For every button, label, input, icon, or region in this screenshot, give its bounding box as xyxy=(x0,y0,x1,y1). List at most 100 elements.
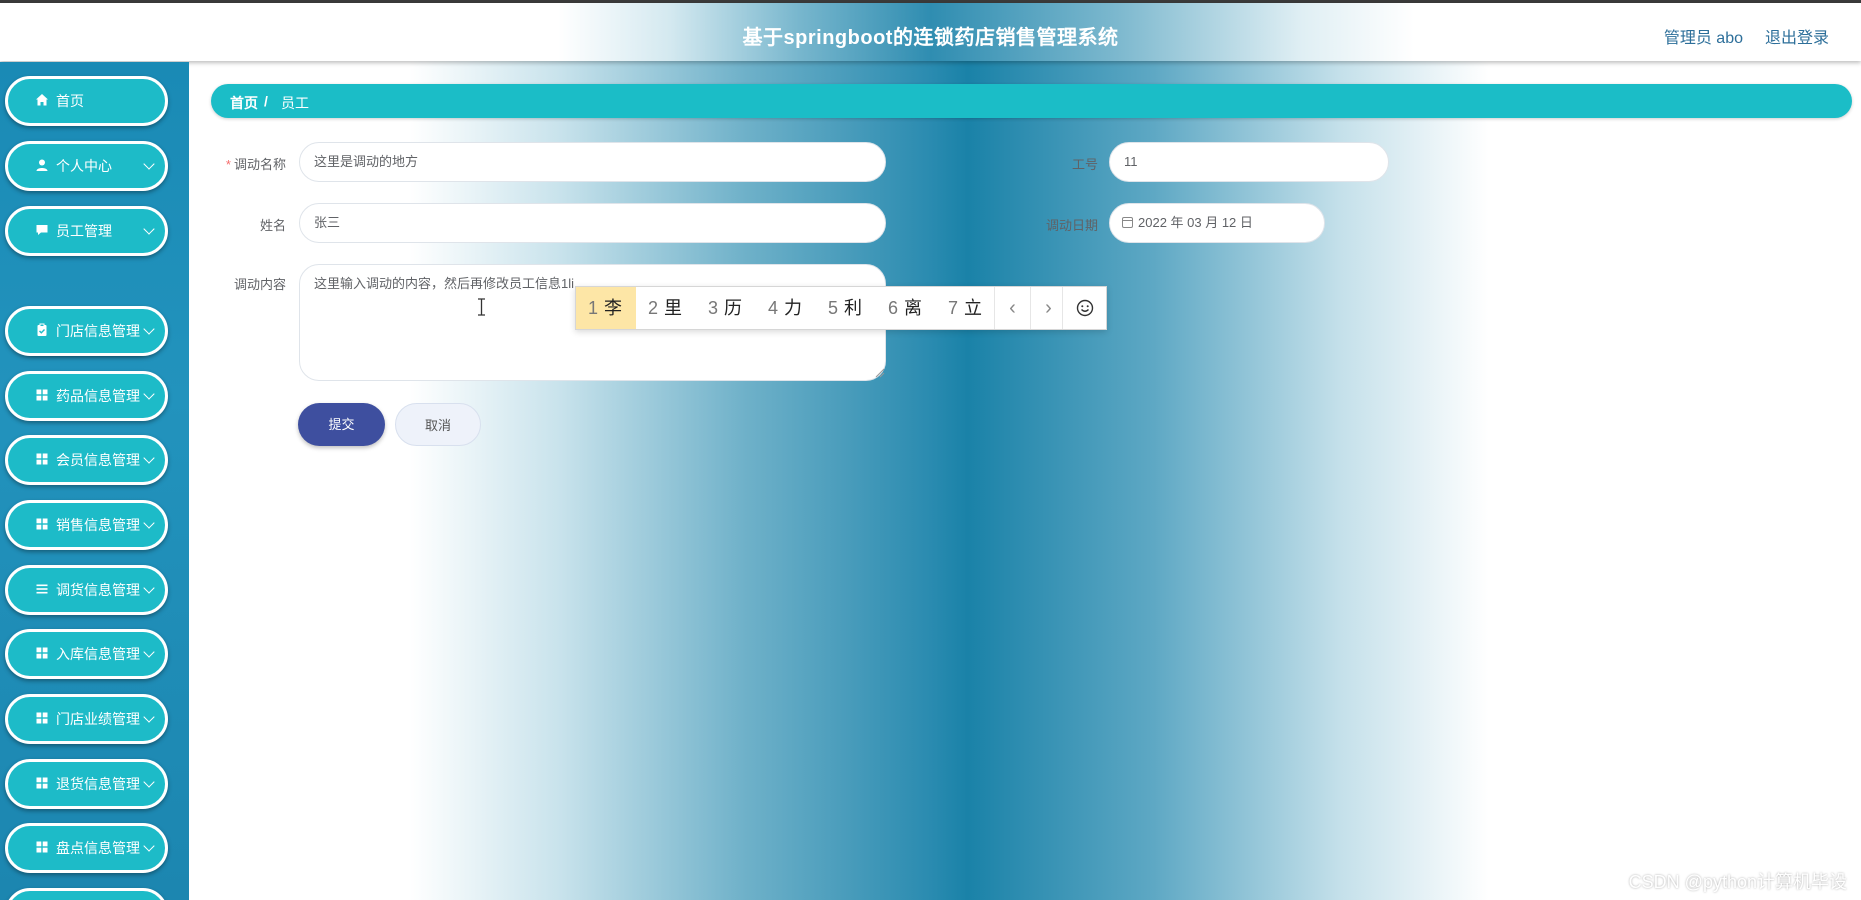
transfer-date-label: 调动日期 xyxy=(1045,218,1098,233)
content-label: 调动内容 xyxy=(233,277,286,292)
candidate-char: 李 xyxy=(604,298,623,318)
sidebar-item-label: 员工管理 xyxy=(56,223,112,239)
transfer-name-label-text: 调动名称 xyxy=(233,157,286,172)
breadcrumb: 首页 / 员工 xyxy=(211,84,1852,118)
home-icon xyxy=(34,93,50,109)
sidebar-item-label: 销售信息管理 xyxy=(56,517,140,533)
grid-icon xyxy=(34,452,50,468)
breadcrumb-home[interactable]: 首页 xyxy=(230,93,258,113)
transfer-name-input[interactable]: 这里是调动的地方 xyxy=(299,142,886,182)
sidebar-item-inventory-info[interactable]: 盘点信息管理 xyxy=(5,823,168,873)
candidate-number: 3 xyxy=(708,298,719,318)
transfer-name-label: * 调动名称 xyxy=(220,154,286,173)
candidate-char: 力 xyxy=(784,298,803,318)
chevron-down-icon xyxy=(143,582,155,594)
sidebar-item-label: 个人中心 xyxy=(56,158,112,174)
breadcrumb-separator: / xyxy=(264,93,268,109)
sidebar-item-label: 盘点信息管理 xyxy=(56,840,140,856)
grid-icon xyxy=(34,517,50,533)
sidebar-item-label: 调货信息管理 xyxy=(56,582,140,598)
sidebar-item-member-info[interactable]: 会员信息管理 xyxy=(5,435,168,485)
resize-handle-icon[interactable] xyxy=(875,368,885,378)
transfer-date-value: 2022 年 03 月 12 日 xyxy=(1138,215,1253,230)
candidate-number: 2 xyxy=(648,298,659,318)
candidate-char: 历 xyxy=(724,298,743,318)
sidebar-item-partial[interactable] xyxy=(5,888,168,900)
sidebar-item-label: 门店信息管理 xyxy=(56,323,140,339)
sidebar-item-store-info[interactable]: 门店信息管理 xyxy=(5,306,168,356)
chevron-down-icon xyxy=(143,646,155,658)
ime-next-page-icon[interactable]: › xyxy=(1030,287,1066,329)
breadcrumb-current: 员工 xyxy=(281,95,309,111)
name-label: 姓名 xyxy=(259,218,286,233)
ime-candidate[interactable]: 4力 xyxy=(768,287,802,329)
ime-candidate[interactable]: 3历 xyxy=(708,287,742,329)
chevron-down-icon xyxy=(143,517,155,529)
chevron-down-icon xyxy=(143,711,155,723)
sidebar-item-home[interactable]: 首页 xyxy=(5,76,168,126)
chevron-down-icon xyxy=(143,776,155,788)
candidate-char: 里 xyxy=(664,298,683,318)
candidate-number: 1 xyxy=(588,298,599,318)
ime-candidate[interactable]: 2里 xyxy=(648,287,682,329)
clipboard-icon xyxy=(34,323,50,339)
sidebar-item-personal-center[interactable]: 个人中心 xyxy=(5,141,168,191)
candidate-number: 6 xyxy=(888,298,899,318)
sidebar-item-label: 会员信息管理 xyxy=(56,452,140,468)
sidebar-item-sales-info[interactable]: 销售信息管理 xyxy=(5,500,168,550)
sidebar-item-stock-in-info[interactable]: 入库信息管理 xyxy=(5,629,168,679)
candidate-number: 5 xyxy=(828,298,839,318)
sidebar-item-label: 首页 xyxy=(56,93,84,109)
candidate-char: 利 xyxy=(844,298,863,318)
grid-icon xyxy=(34,776,50,792)
required-mark: * xyxy=(225,157,231,172)
ime-candidate-popup: 1李 2里 3历 4力 5利 6离 7立 ‹ › xyxy=(575,286,1107,330)
sidebar-item-transfer-goods-info[interactable]: 调货信息管理 xyxy=(5,565,168,615)
chevron-down-icon xyxy=(143,158,155,170)
page-background xyxy=(0,0,1861,900)
sidebar-item-drug-info[interactable]: 药品信息管理 xyxy=(5,371,168,421)
grid-icon xyxy=(34,711,50,727)
cancel-button[interactable]: 取消 xyxy=(395,403,481,446)
emoji-icon[interactable] xyxy=(1062,287,1106,329)
candidate-number: 4 xyxy=(768,298,779,318)
top-header: 基于springboot的连锁药店销售管理系统 管理员 abo 退出登录 xyxy=(0,3,1861,61)
logout-link[interactable]: 退出登录 xyxy=(1765,24,1829,48)
candidate-char: 离 xyxy=(904,298,923,318)
transfer-date-picker[interactable]: 2022 年 03 月 12 日 xyxy=(1109,203,1325,243)
job-number-input[interactable]: 11 xyxy=(1109,142,1389,182)
chat-icon xyxy=(34,223,50,239)
grid-icon xyxy=(34,388,50,404)
chevron-down-icon xyxy=(143,388,155,400)
sidebar-item-store-performance[interactable]: 门店业绩管理 xyxy=(5,694,168,744)
text-cursor-icon xyxy=(478,298,485,316)
sidebar-item-label: 门店业绩管理 xyxy=(56,711,140,727)
sidebar: 首页 个人中心 员工管理 员工 门店信息管理药品信息管理会员信息管理销售信息管理… xyxy=(0,62,189,900)
submit-button[interactable]: 提交 xyxy=(298,403,385,446)
ime-candidate[interactable]: 6离 xyxy=(888,287,922,329)
ime-candidate[interactable]: 7立 xyxy=(948,287,982,329)
sidebar-item-employee-management[interactable]: 员工管理 xyxy=(5,206,168,256)
ime-prev-page-icon[interactable]: ‹ xyxy=(994,287,1030,329)
current-user: 管理员 abo xyxy=(1663,30,1743,47)
watermark: CSDN @python计算机毕设 xyxy=(1628,872,1847,892)
calendar-icon xyxy=(1122,217,1133,228)
chevron-down-icon xyxy=(143,840,155,852)
candidate-number: 7 xyxy=(948,298,959,318)
chevron-down-icon xyxy=(143,452,155,464)
sidebar-item-return-info[interactable]: 退货信息管理 xyxy=(5,759,168,809)
user-icon xyxy=(34,158,50,174)
content-text: 这里输入调动的内容，然后再修改员工信息1li xyxy=(314,276,575,291)
sidebar-item-label: 入库信息管理 xyxy=(56,646,140,662)
ime-candidate[interactable]: 5利 xyxy=(828,287,862,329)
name-input[interactable]: 张三 xyxy=(299,203,886,243)
grid-icon xyxy=(34,646,50,662)
list-icon xyxy=(34,582,50,598)
grid-icon xyxy=(34,840,50,856)
chevron-down-icon xyxy=(143,223,155,235)
sidebar-item-label: 药品信息管理 xyxy=(56,388,140,404)
system-title: 基于springboot的连锁药店销售管理系统 xyxy=(742,27,1119,49)
chevron-down-icon xyxy=(143,323,155,335)
ime-candidate[interactable]: 1李 xyxy=(576,287,636,329)
candidate-char: 立 xyxy=(964,298,983,318)
